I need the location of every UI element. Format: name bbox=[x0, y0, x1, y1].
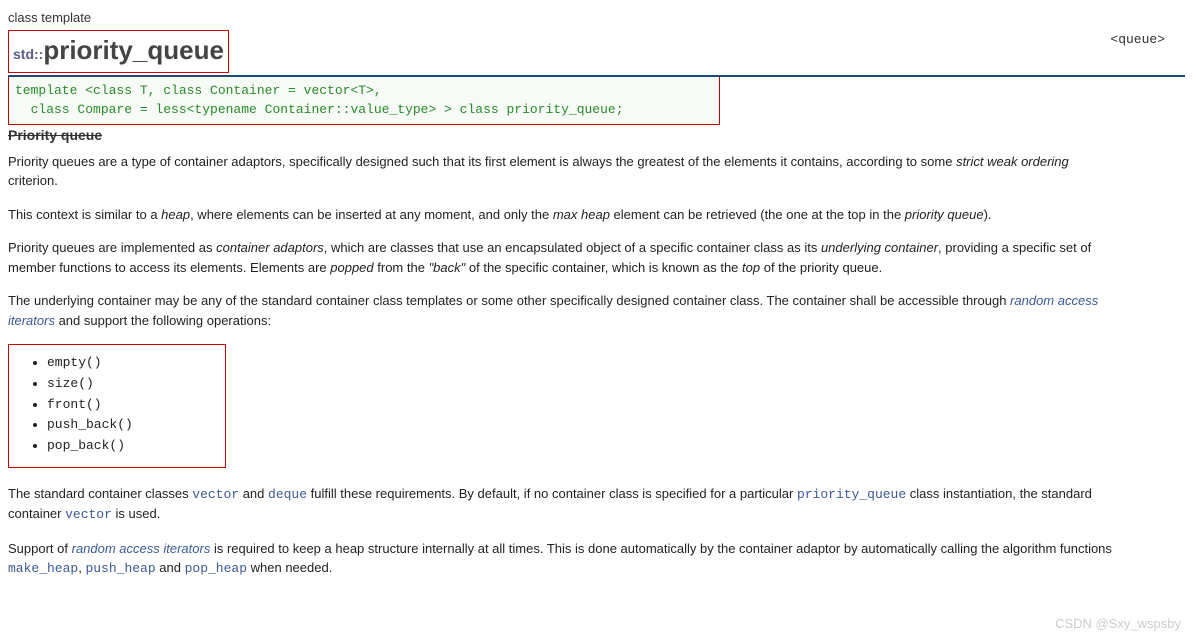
text: Priority queues are implemented as bbox=[8, 240, 216, 255]
class-name: priority_queue bbox=[43, 35, 224, 65]
list-item: push_back() bbox=[47, 415, 211, 436]
paragraph-4: The underlying container may be any of t… bbox=[8, 291, 1118, 330]
body-content: Priority queues are a type of container … bbox=[8, 152, 1118, 579]
emphasis: max heap bbox=[553, 207, 610, 222]
namespace-prefix: std:: bbox=[13, 46, 43, 62]
pop-heap-link[interactable]: pop_heap bbox=[185, 561, 247, 576]
text: and bbox=[156, 560, 185, 575]
emphasis: priority queue bbox=[905, 207, 984, 222]
deque-link[interactable]: deque bbox=[268, 487, 307, 502]
text: criterion. bbox=[8, 173, 58, 188]
paragraph-5: The standard container classes vector an… bbox=[8, 484, 1118, 525]
section-title: Priority queue bbox=[8, 125, 1185, 146]
text: The standard container classes bbox=[8, 486, 192, 501]
emphasis: "back" bbox=[429, 260, 466, 275]
title-box: std::priority_queue bbox=[8, 30, 229, 73]
vector-link[interactable]: vector bbox=[192, 487, 239, 502]
paragraph-6: Support of random access iterators is re… bbox=[8, 539, 1118, 579]
class-template-label: class template bbox=[8, 8, 1185, 28]
list-item: size() bbox=[47, 374, 211, 395]
text: Support of bbox=[8, 541, 72, 556]
emphasis: container adaptors bbox=[216, 240, 324, 255]
vector-link[interactable]: vector bbox=[65, 507, 112, 522]
text: is required to keep a heap structure int… bbox=[210, 541, 1112, 556]
emphasis: strict weak ordering bbox=[956, 154, 1069, 169]
paragraph-3: Priority queues are implemented as conta… bbox=[8, 238, 1118, 277]
paragraph-2: This context is similar to a heap, where… bbox=[8, 205, 1118, 225]
emphasis: heap bbox=[161, 207, 190, 222]
push-heap-link[interactable]: push_heap bbox=[85, 561, 155, 576]
title-row: std::priority_queue <queue> bbox=[8, 30, 1185, 77]
list-item: pop_back() bbox=[47, 436, 211, 457]
list-item: empty() bbox=[47, 353, 211, 374]
text: of the specific container, which is know… bbox=[465, 260, 742, 275]
text: is used. bbox=[112, 506, 160, 521]
emphasis: popped bbox=[330, 260, 373, 275]
code-text: priority_queue bbox=[797, 487, 906, 502]
emphasis: top bbox=[742, 260, 760, 275]
include-header: <queue> bbox=[1110, 30, 1185, 50]
text: element can be retrieved (the one at the… bbox=[610, 207, 905, 222]
random-access-iterators-link[interactable]: random access iterators bbox=[72, 541, 211, 556]
text: and bbox=[239, 486, 268, 501]
text: of the priority queue. bbox=[760, 260, 882, 275]
text: and support the following operations: bbox=[55, 313, 271, 328]
watermark: CSDN @Sxy_wspsby bbox=[1055, 614, 1181, 634]
make-heap-link[interactable]: make_heap bbox=[8, 561, 78, 576]
operations-box: empty() size() front() push_back() pop_b… bbox=[8, 344, 226, 468]
text: The underlying container may be any of t… bbox=[8, 293, 1010, 308]
operations-list: empty() size() front() push_back() pop_b… bbox=[23, 353, 211, 457]
emphasis: underlying container bbox=[821, 240, 938, 255]
text: This context is similar to a bbox=[8, 207, 161, 222]
text: when needed. bbox=[247, 560, 332, 575]
paragraph-1: Priority queues are a type of container … bbox=[8, 152, 1118, 191]
text: , which are classes that use an encapsul… bbox=[324, 240, 821, 255]
template-declaration: template <class T, class Container = vec… bbox=[8, 77, 720, 125]
text: Priority queues are a type of container … bbox=[8, 154, 956, 169]
text: fulfill these requirements. By default, … bbox=[307, 486, 797, 501]
text: from the bbox=[374, 260, 429, 275]
list-item: front() bbox=[47, 395, 211, 416]
text: , where elements can be inserted at any … bbox=[190, 207, 553, 222]
text: ). bbox=[984, 207, 992, 222]
